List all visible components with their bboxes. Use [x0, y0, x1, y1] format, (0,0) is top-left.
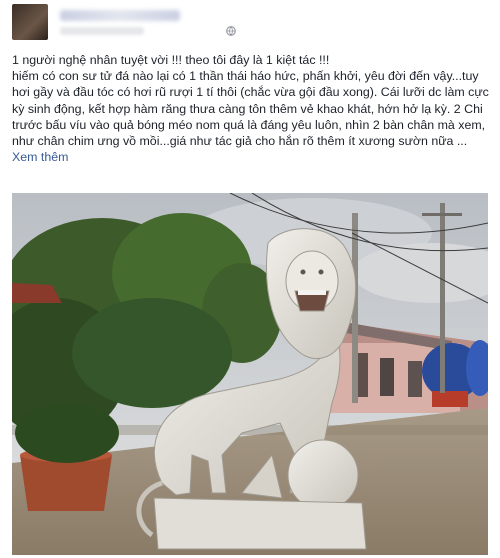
post-timestamp-blurred[interactable]: [60, 27, 144, 35]
see-more-link[interactable]: Xem thêm: [12, 150, 68, 164]
post-body: 1 người nghệ nhân tuyệt vời !!! theo tôi…: [12, 53, 489, 149]
post-header: [12, 4, 488, 40]
lion-statue-photo: [12, 193, 488, 555]
globe-icon: [226, 26, 236, 36]
post-photo[interactable]: [12, 193, 488, 555]
avatar[interactable]: [12, 4, 48, 40]
facebook-post: 1 người nghệ nhân tuyệt vời !!! theo tôi…: [0, 0, 500, 558]
post-text: 1 người nghệ nhân tuyệt vời !!! theo tôi…: [12, 52, 490, 165]
author-name-blurred[interactable]: [60, 10, 180, 21]
